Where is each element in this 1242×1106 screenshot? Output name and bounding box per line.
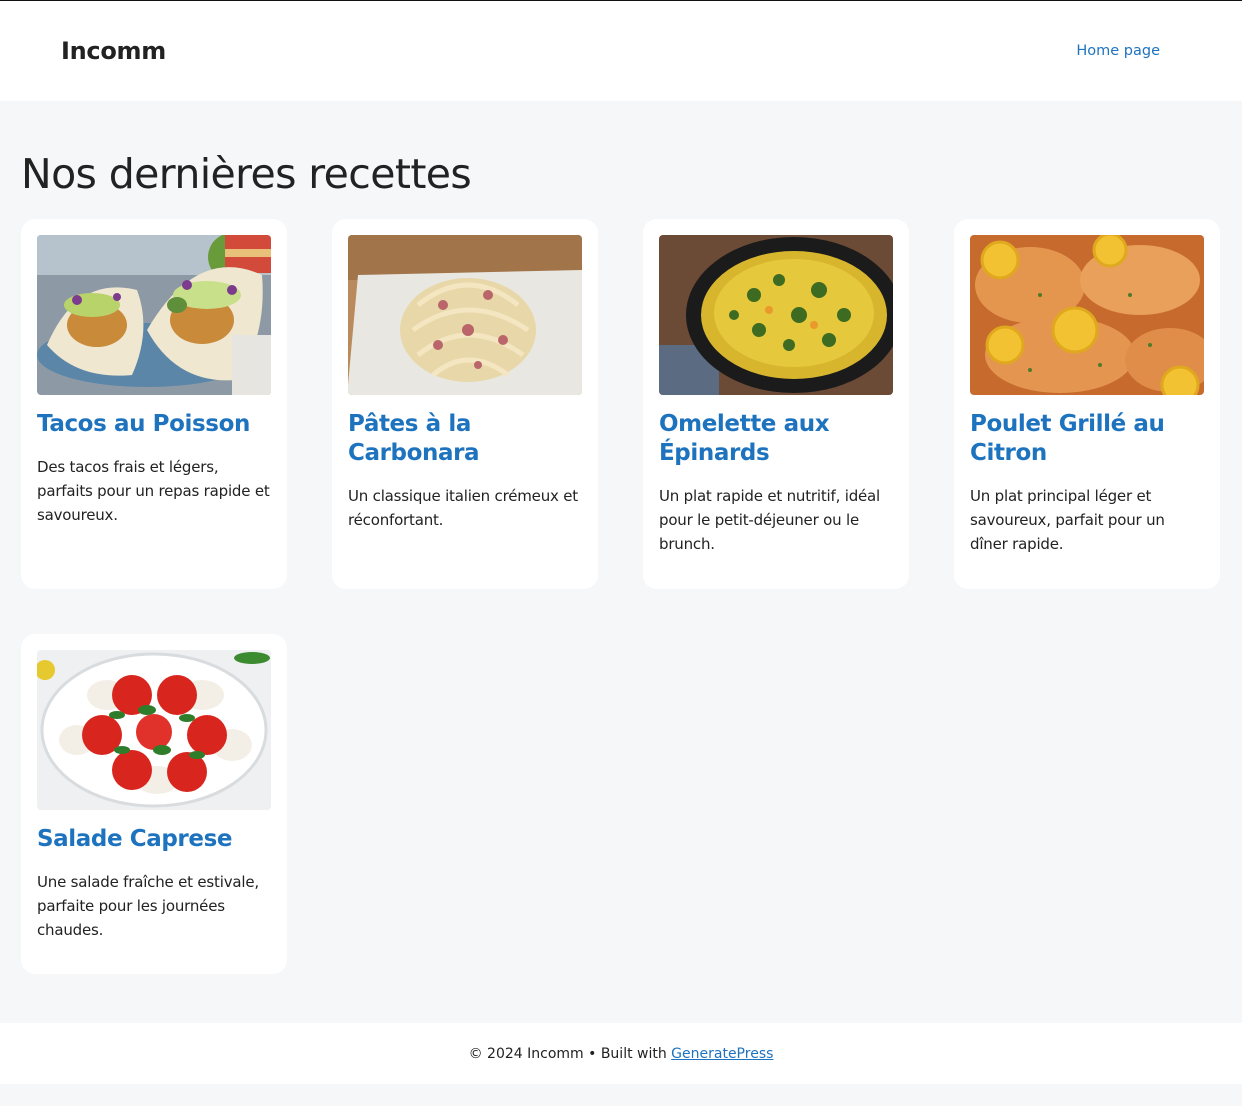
carbonara-image[interactable] (348, 235, 582, 395)
recipe-description: Une salade fraîche et estivale, parfaite… (37, 873, 259, 939)
recipe-card-tacos-au-poisson[interactable]: Tacos au Poisson Des tacos frais et lége… (21, 219, 287, 589)
recipe-title[interactable]: Salade Caprese (37, 825, 271, 854)
recipe-card-poulet-grille-citron[interactable]: Poulet Grillé au Citron Un plat principa… (954, 219, 1220, 589)
carbonara-photo-icon (348, 235, 582, 395)
lemon-chicken-photo-icon (970, 235, 1204, 395)
recipe-description: Un classique italien crémeux et réconfor… (348, 487, 578, 529)
spinach-omelette-image[interactable] (659, 235, 893, 395)
fish-tacos-photo-icon (37, 235, 271, 395)
recipe-description: Un plat principal léger et savoureux, pa… (970, 487, 1165, 553)
recipe-title[interactable]: Poulet Grillé au Citron (970, 410, 1204, 468)
lemon-chicken-image[interactable] (970, 235, 1204, 395)
spinach-omelette-photo-icon (659, 235, 893, 395)
recipe-card-salade-caprese[interactable]: Salade Caprese Une salade fraîche et est… (21, 634, 287, 974)
recipe-title[interactable]: Tacos au Poisson (37, 410, 271, 439)
recipe-description: Un plat rapide et nutritif, idéal pour l… (659, 487, 881, 553)
site-header: Incomm Home page (0, 1, 1242, 101)
site-footer: © 2024 Incomm • Built with GeneratePress (0, 1023, 1242, 1084)
fish-tacos-image[interactable] (37, 235, 271, 395)
page-title: Nos dernières recettes (21, 150, 472, 198)
footer-generatepress-link[interactable]: GeneratePress (671, 1046, 773, 1062)
recipe-card-pates-carbonara[interactable]: Pâtes à la Carbonara Un classique italie… (332, 219, 598, 589)
caprese-salad-image[interactable] (37, 650, 271, 810)
recipe-title[interactable]: Pâtes à la Carbonara (348, 410, 582, 468)
site-title[interactable]: Incomm (61, 36, 166, 66)
recipe-card-omelette-epinards[interactable]: Omelette aux Épinards Un plat rapide et … (643, 219, 909, 589)
caprese-salad-photo-icon (37, 650, 271, 810)
recipe-description: Des tacos frais et légers, parfaits pour… (37, 458, 270, 524)
footer-text: © 2024 Incomm • Built with (468, 1046, 672, 1062)
nav-item-home-page[interactable]: Home page (1076, 42, 1160, 60)
footer-copyright: © 2024 Incomm • Built with GeneratePress (0, 1045, 1242, 1063)
recipe-title[interactable]: Omelette aux Épinards (659, 410, 893, 468)
